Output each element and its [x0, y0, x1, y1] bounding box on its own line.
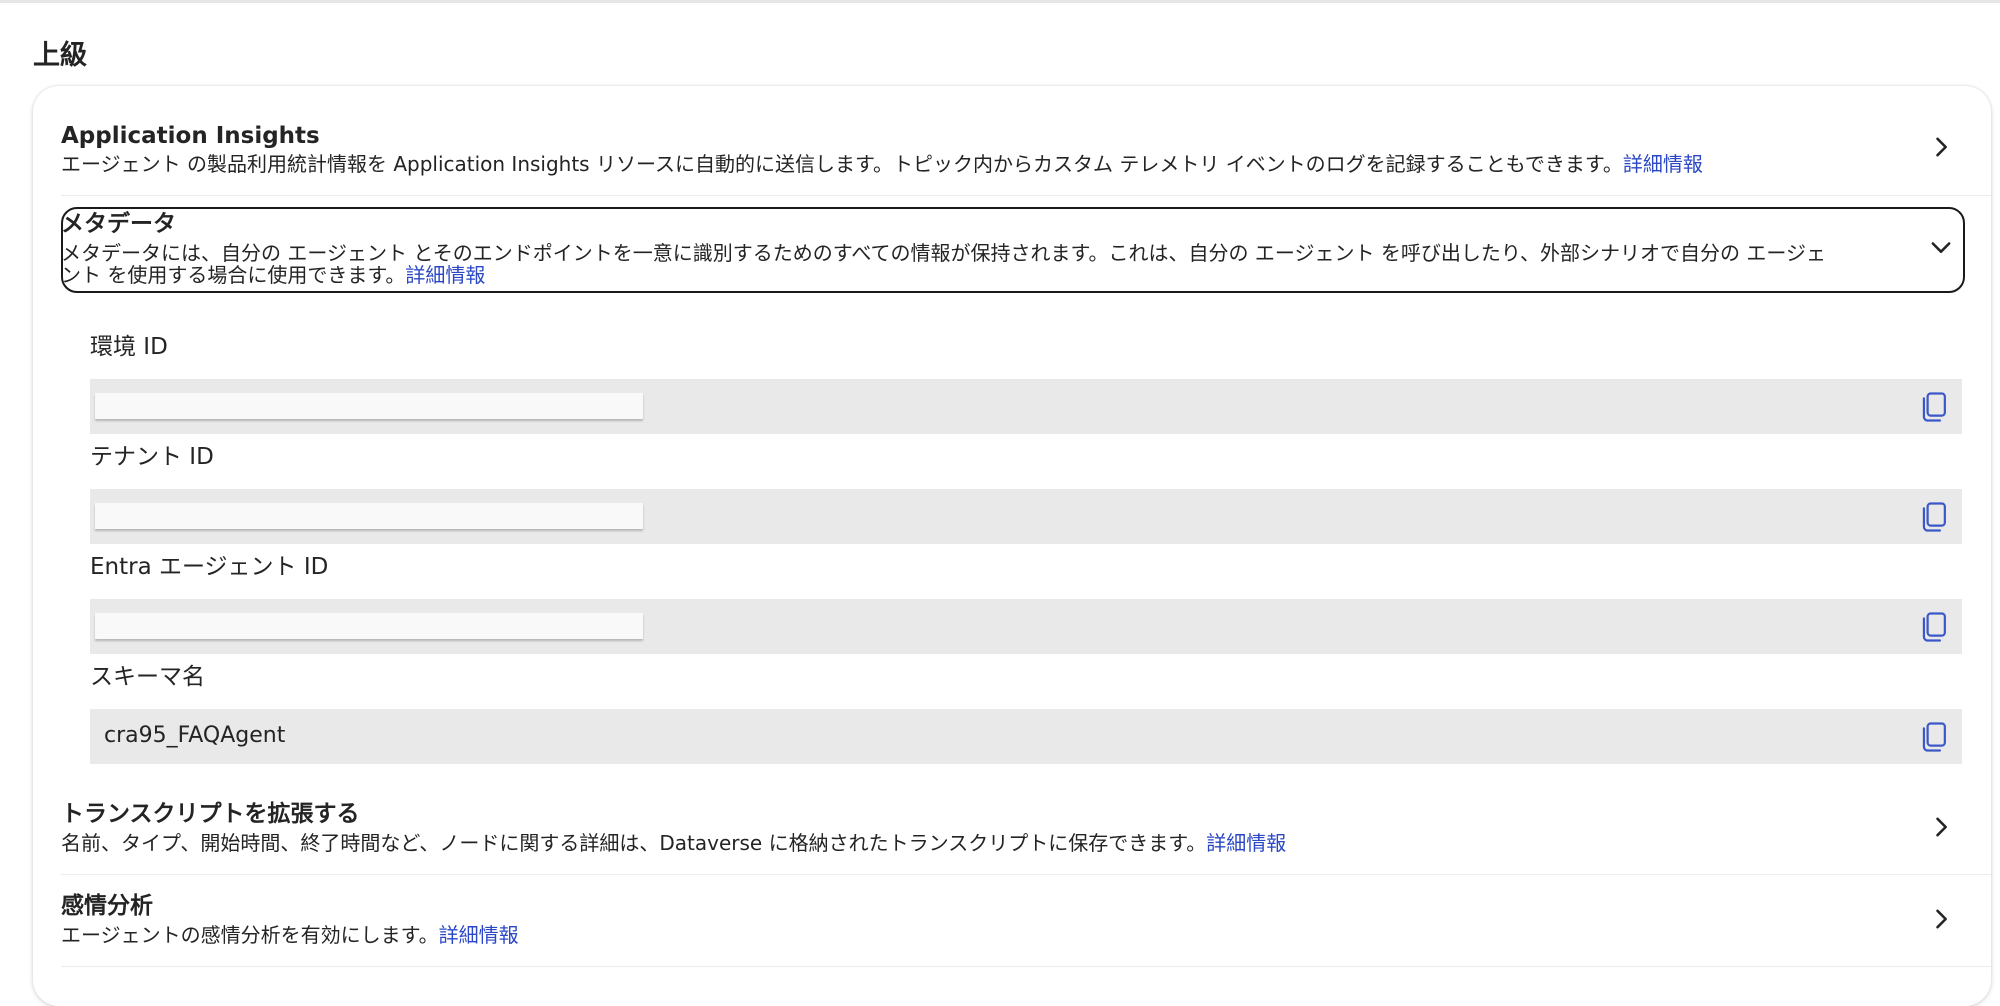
schema-name-field[interactable]: cra95_FAQAgent — [90, 709, 1962, 764]
entra-agent-id-field[interactable] — [90, 599, 1962, 654]
copy-icon[interactable] — [1920, 721, 1950, 753]
copy-icon[interactable] — [1920, 611, 1950, 643]
metadata-learn-more-link[interactable]: 詳細情報 — [405, 263, 485, 287]
application-insights-description: エージェント の製品利用統計情報を Application Insights リ… — [61, 152, 1703, 176]
sentiment-analysis-title: 感情分析 — [61, 893, 153, 919]
metadata-title: メタデータ — [61, 211, 176, 237]
chevron-right-icon — [1936, 817, 1947, 837]
chevron-right-icon — [1936, 137, 1947, 157]
tenant-id-redacted-value — [95, 503, 643, 529]
entra-agent-id-redacted-value — [95, 613, 643, 639]
extend-transcript-learn-more-link[interactable]: 詳細情報 — [1206, 831, 1286, 855]
chevron-down-icon — [1931, 242, 1951, 253]
sentiment-analysis-learn-more-link[interactable]: 詳細情報 — [439, 923, 519, 947]
environment-id-label: 環境 ID — [90, 334, 168, 360]
sentiment-analysis-description: エージェントの感情分析を有効にします。詳細情報 — [61, 923, 519, 947]
entra-agent-id-label: Entra エージェント ID — [90, 554, 329, 580]
tenant-id-label: テナント ID — [90, 444, 214, 470]
top-divider — [0, 0, 2000, 3]
tenant-id-field[interactable] — [90, 489, 1962, 544]
application-insights-row[interactable]: Application Insights エージェント の製品利用統計情報を A… — [61, 121, 1965, 177]
row-divider — [61, 966, 1991, 967]
chevron-right-icon — [1936, 909, 1947, 929]
environment-id-redacted-value — [95, 393, 643, 419]
application-insights-learn-more-link[interactable]: 詳細情報 — [1623, 152, 1703, 176]
row-divider — [61, 874, 1991, 875]
extend-transcript-description: 名前、タイプ、開始時間、終了時間など、ノードに関する詳細は、Dataverse … — [61, 831, 1287, 855]
section-title: 上級 — [33, 40, 87, 71]
metadata-row[interactable]: メタデータ メタデータには、自分の エージェント とそのエンドポイントを一意に識… — [61, 207, 1965, 293]
sentiment-analysis-row[interactable]: 感情分析 エージェントの感情分析を有効にします。詳細情報 — [61, 891, 1965, 949]
advanced-settings-card: Application Insights エージェント の製品利用統計情報を A… — [33, 86, 1991, 1006]
schema-name-label: スキーマ名 — [90, 664, 205, 690]
copy-icon[interactable] — [1920, 391, 1950, 423]
application-insights-title: Application Insights — [61, 123, 320, 149]
environment-id-field[interactable] — [90, 379, 1962, 434]
row-divider — [61, 195, 1991, 196]
metadata-description-line2: ント を使用する場合に使用できます。詳細情報 — [61, 263, 486, 287]
extend-transcript-title: トランスクリプトを拡張する — [61, 801, 360, 827]
extend-transcript-row[interactable]: トランスクリプトを拡張する 名前、タイプ、開始時間、終了時間など、ノードに関する… — [61, 799, 1965, 857]
schema-name-value: cra95_FAQAgent — [104, 723, 286, 748]
metadata-description-line1: メタデータには、自分の エージェント とそのエンドポイントを一意に識別するための… — [61, 241, 1826, 265]
copy-icon[interactable] — [1920, 501, 1950, 533]
